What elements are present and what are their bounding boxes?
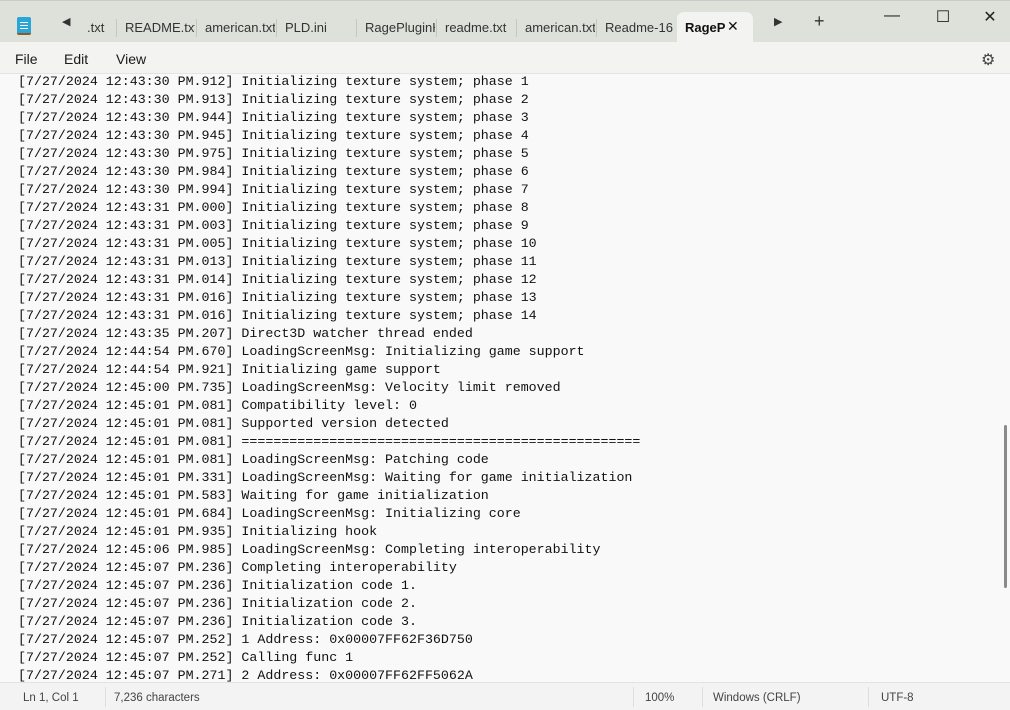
maximize-button[interactable]: ☐ — [928, 7, 958, 27]
text-line: [7/27/2024 12:45:07 PM.236] Initializati… — [18, 613, 417, 631]
text-line: [7/27/2024 12:44:54 PM.921] Initializing… — [18, 361, 441, 379]
zoom-level[interactable]: 100% — [645, 692, 674, 704]
text-line: [7/27/2024 12:43:31 PM.000] Initializing… — [18, 199, 529, 217]
scroll-tabs-left-button[interactable]: ◀ — [62, 15, 70, 28]
cursor-position: Ln 1, Col 1 — [23, 692, 79, 704]
vertical-scrollbar[interactable] — [1004, 425, 1007, 588]
text-line: [7/27/2024 12:45:01 PM.331] LoadingScree… — [18, 469, 632, 487]
tab[interactable]: american.txt — [525, 15, 595, 41]
tab[interactable]: Readme-16.1 — [605, 15, 673, 41]
scroll-tabs-right-button[interactable]: ▶ — [774, 15, 782, 28]
text-line: [7/27/2024 12:45:01 PM.684] LoadingScree… — [18, 505, 521, 523]
gear-icon[interactable]: ⚙ — [981, 50, 995, 70]
text-line: [7/27/2024 12:43:31 PM.003] Initializing… — [18, 217, 529, 235]
encoding[interactable]: UTF-8 — [881, 692, 914, 704]
minimize-button[interactable]: — — [877, 7, 907, 25]
text-line: [7/27/2024 12:45:07 PM.236] Completing i… — [18, 559, 457, 577]
text-line: [7/27/2024 12:45:01 PM.081] ============… — [18, 433, 640, 451]
character-count: 7,236 characters — [114, 692, 200, 704]
text-line: [7/27/2024 12:44:54 PM.670] LoadingScree… — [18, 343, 585, 361]
status-bar: Ln 1, Col 1 7,236 characters 100% Window… — [0, 682, 1010, 710]
close-window-button[interactable]: ✕ — [975, 7, 1005, 27]
text-line: [7/27/2024 12:43:31 PM.014] Initializing… — [18, 271, 537, 289]
text-line: [7/27/2024 12:43:30 PM.975] Initializing… — [18, 145, 529, 163]
tab[interactable]: README.txt — [125, 15, 195, 41]
title-bar: ◀ .txt README.txt american.txt PLD.ini R… — [0, 0, 1010, 42]
text-line: [7/27/2024 12:43:30 PM.912] Initializing… — [18, 74, 529, 91]
text-line: [7/27/2024 12:43:35 PM.207] Direct3D wat… — [18, 325, 473, 343]
tab[interactable]: .txt — [87, 15, 113, 41]
text-editor[interactable]: [7/27/2024 12:43:30 PM.912] Initializing… — [0, 74, 1010, 682]
line-ending[interactable]: Windows (CRLF) — [713, 692, 801, 704]
menu-view[interactable]: View — [116, 51, 146, 67]
text-line: [7/27/2024 12:43:31 PM.016] Initializing… — [18, 307, 537, 325]
menu-bar: File Edit View ⚙ — [0, 42, 1010, 74]
text-line: [7/27/2024 12:45:01 PM.081] Compatibilit… — [18, 397, 417, 415]
text-line: [7/27/2024 12:45:01 PM.081] LoadingScree… — [18, 451, 489, 469]
close-icon[interactable]: ✕ — [727, 18, 739, 35]
text-line: [7/27/2024 12:43:31 PM.005] Initializing… — [18, 235, 537, 253]
text-line: [7/27/2024 12:45:00 PM.735] LoadingScree… — [18, 379, 561, 397]
text-line: [7/27/2024 12:43:30 PM.984] Initializing… — [18, 163, 529, 181]
text-line: [7/27/2024 12:45:07 PM.236] Initializati… — [18, 577, 417, 595]
text-line: [7/27/2024 12:45:07 PM.236] Initializati… — [18, 595, 417, 613]
tab[interactable]: RagePluginH — [365, 15, 435, 41]
tab[interactable]: american.txt — [205, 15, 275, 41]
text-line: [7/27/2024 12:43:31 PM.013] Initializing… — [18, 253, 537, 271]
tab[interactable]: readme.txt — [445, 15, 515, 41]
text-line: [7/27/2024 12:45:01 PM.081] Supported ve… — [18, 415, 449, 433]
text-line: [7/27/2024 12:45:07 PM.252] Calling func… — [18, 649, 353, 667]
text-line: [7/27/2024 12:45:07 PM.271] 2 Address: 0… — [18, 667, 473, 682]
text-line: [7/27/2024 12:43:31 PM.016] Initializing… — [18, 289, 537, 307]
tab-active[interactable]: RageP ✕ — [677, 12, 753, 44]
tab-label: RageP — [685, 20, 725, 35]
text-line: [7/27/2024 12:43:30 PM.944] Initializing… — [18, 109, 529, 127]
tab[interactable]: PLD.ini — [285, 15, 355, 41]
menu-edit[interactable]: Edit — [64, 51, 88, 67]
text-line: [7/27/2024 12:45:07 PM.252] 1 Address: 0… — [18, 631, 473, 649]
text-line: [7/27/2024 12:43:30 PM.913] Initializing… — [18, 91, 529, 109]
notepad-icon — [17, 17, 31, 35]
text-line: [7/27/2024 12:43:30 PM.945] Initializing… — [18, 127, 529, 145]
text-line: [7/27/2024 12:45:06 PM.985] LoadingScree… — [18, 541, 601, 559]
text-line: [7/27/2024 12:45:01 PM.935] Initializing… — [18, 523, 377, 541]
menu-file[interactable]: File — [15, 51, 38, 67]
plus-icon[interactable]: + — [814, 11, 825, 32]
text-line: [7/27/2024 12:43:30 PM.994] Initializing… — [18, 181, 529, 199]
text-line: [7/27/2024 12:45:01 PM.583] Waiting for … — [18, 487, 489, 505]
